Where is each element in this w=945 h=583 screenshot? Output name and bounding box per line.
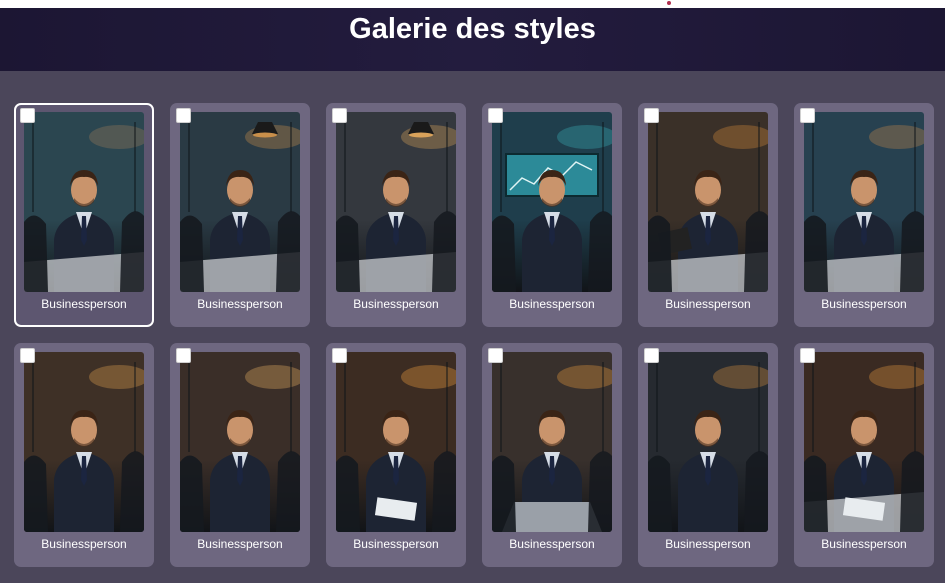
card-label: Businessperson <box>821 297 907 311</box>
select-checkbox[interactable] <box>20 108 35 123</box>
gallery-card[interactable]: Businessperson <box>638 343 778 567</box>
gallery-card[interactable]: Businessperson <box>794 103 934 327</box>
gallery-card[interactable]: Businessperson <box>170 103 310 327</box>
photo-laptop <box>492 352 612 532</box>
select-checkbox[interactable] <box>644 108 659 123</box>
select-checkbox[interactable] <box>800 108 815 123</box>
gallery-card[interactable]: Businessperson <box>638 103 778 327</box>
style-thumbnail[interactable] <box>492 112 612 292</box>
style-gallery: Businessperson Businessperson Businesspers… <box>0 71 945 583</box>
style-thumbnail[interactable] <box>24 112 144 292</box>
gallery-card[interactable]: Businessperson <box>326 103 466 327</box>
style-thumbnail[interactable] <box>24 352 144 532</box>
photo-presentation-screen <box>492 112 612 292</box>
photo-camera-crew <box>648 352 768 532</box>
gallery-card[interactable]: Businessperson <box>482 103 622 327</box>
card-label: Businessperson <box>353 297 439 311</box>
select-checkbox[interactable] <box>800 348 815 363</box>
top-strip <box>0 0 945 8</box>
photo-tablet-meeting <box>648 112 768 292</box>
select-checkbox[interactable] <box>332 348 347 363</box>
card-label: Businessperson <box>665 297 751 311</box>
card-label: Businessperson <box>821 537 907 551</box>
photo-meeting-charts <box>180 112 300 292</box>
card-label: Businessperson <box>197 537 283 551</box>
select-checkbox[interactable] <box>176 108 191 123</box>
style-thumbnail[interactable] <box>180 112 300 292</box>
card-label: Businessperson <box>353 537 439 551</box>
select-checkbox[interactable] <box>644 348 659 363</box>
card-label: Businessperson <box>197 297 283 311</box>
card-label: Businessperson <box>509 297 595 311</box>
gallery-card[interactable]: Businessperson <box>482 343 622 567</box>
photo-meeting-table <box>24 112 144 292</box>
style-thumbnail[interactable] <box>336 112 456 292</box>
gallery-card[interactable]: Businessperson <box>14 103 154 327</box>
gallery-card[interactable]: Businessperson <box>794 343 934 567</box>
card-label: Businessperson <box>41 297 127 311</box>
gallery-card[interactable]: Businessperson <box>170 343 310 567</box>
card-label: Businessperson <box>509 537 595 551</box>
card-label: Businessperson <box>41 537 127 551</box>
style-thumbnail[interactable] <box>648 112 768 292</box>
page-header: Galerie des styles <box>0 8 945 71</box>
photo-handshake <box>24 352 144 532</box>
select-checkbox[interactable] <box>488 348 503 363</box>
select-checkbox[interactable] <box>332 108 347 123</box>
style-thumbnail[interactable] <box>180 352 300 532</box>
photo-business-card <box>180 352 300 532</box>
style-thumbnail[interactable] <box>336 352 456 532</box>
gallery-card[interactable]: Businessperson <box>326 343 466 567</box>
gallery-card[interactable]: Businessperson <box>14 343 154 567</box>
photo-conference-room <box>804 112 924 292</box>
indicator-dot <box>667 1 671 5</box>
select-checkbox[interactable] <box>20 348 35 363</box>
photo-signing-document <box>804 352 924 532</box>
card-label: Businessperson <box>665 537 751 551</box>
page-title: Galerie des styles <box>349 13 596 45</box>
style-thumbnail[interactable] <box>648 352 768 532</box>
select-checkbox[interactable] <box>488 108 503 123</box>
style-thumbnail[interactable] <box>804 352 924 532</box>
select-checkbox[interactable] <box>176 348 191 363</box>
photo-meeting-lamps <box>336 112 456 292</box>
style-thumbnail[interactable] <box>804 112 924 292</box>
photo-documents-crowd <box>336 352 456 532</box>
style-thumbnail[interactable] <box>492 352 612 532</box>
